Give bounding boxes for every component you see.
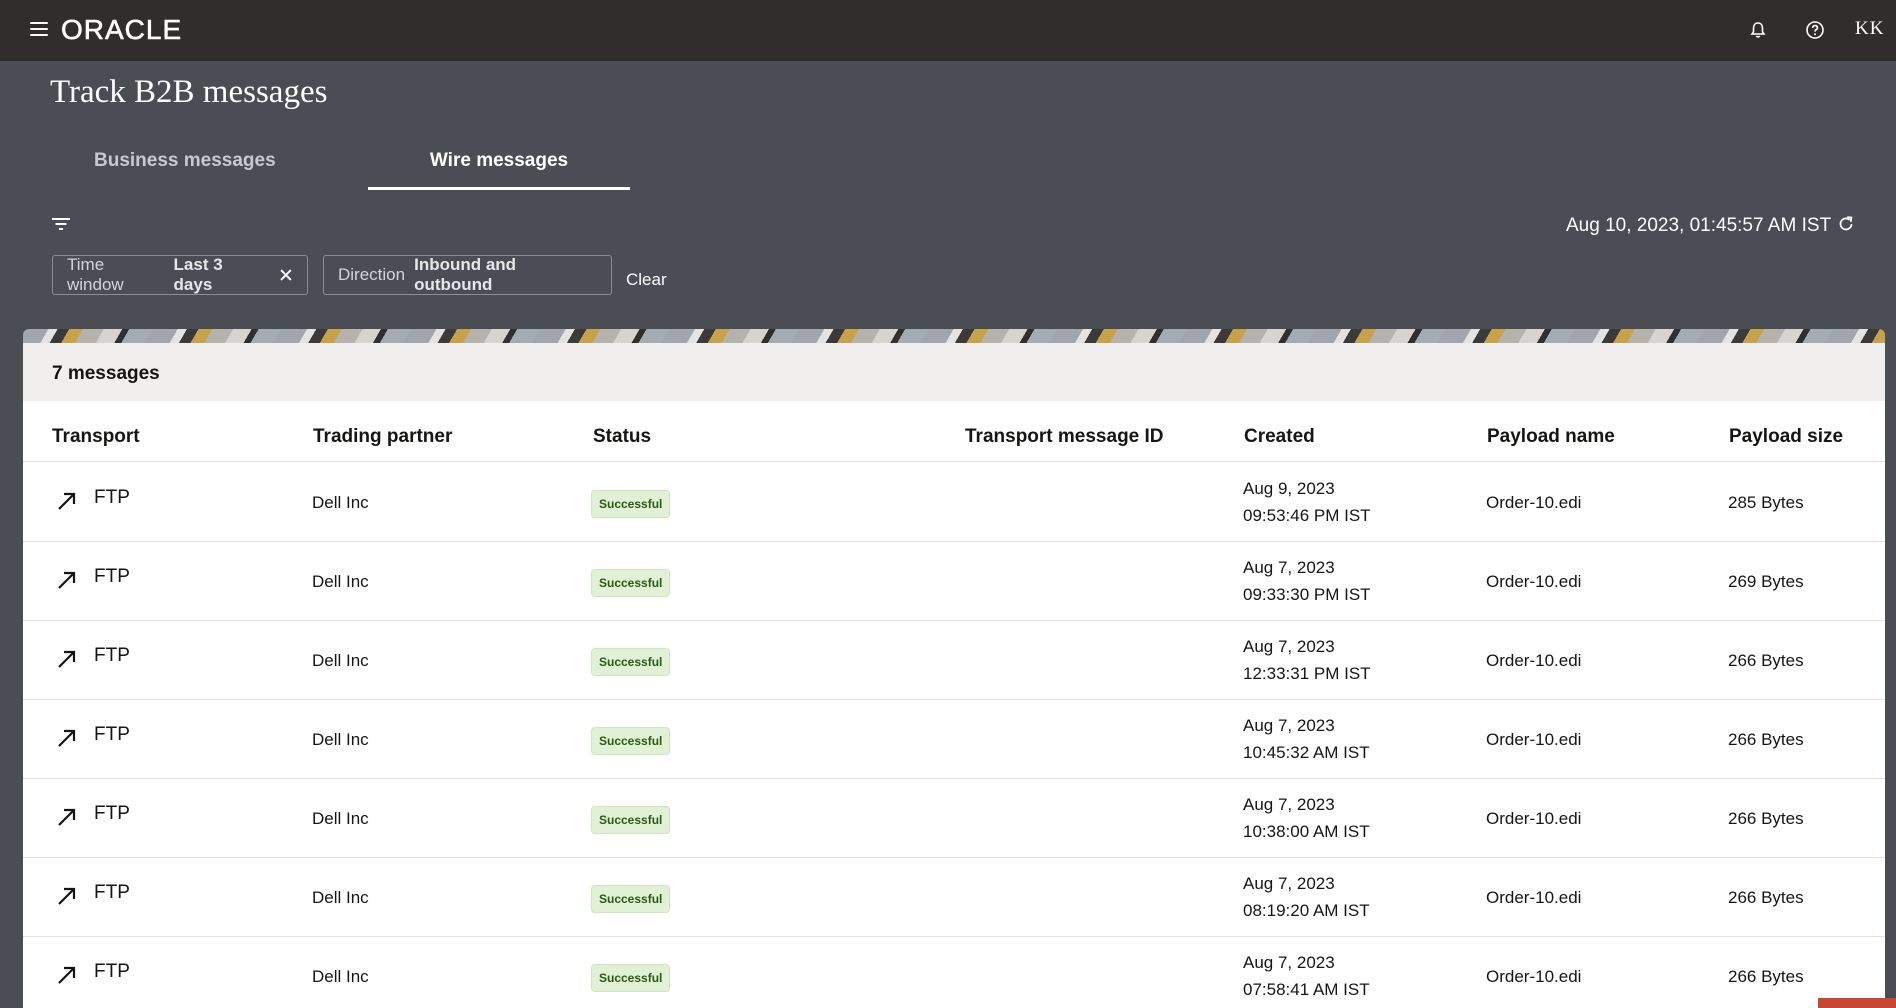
trading-partner-cell: Dell Inc	[312, 967, 369, 986]
status-badge: Successful	[591, 490, 671, 518]
trading-partner-cell: Dell Inc	[312, 651, 369, 670]
table-row[interactable]: FTP Dell Inc Successful Aug 7, 2023 10:45:32…	[23, 700, 1885, 779]
table-header: Transport Trading partner Status Transpo…	[23, 406, 1885, 462]
payload-name-cell: Order-10.edi	[1486, 493, 1582, 512]
clear-filters-link[interactable]: Clear	[626, 270, 667, 290]
created-date-cell: Aug 7, 2023	[1243, 637, 1335, 656]
decorative-banner	[23, 329, 1885, 343]
tab-wire-messages[interactable]: Wire messages	[368, 150, 630, 172]
payload-name-cell: Order-10.edi	[1486, 730, 1582, 749]
table-row[interactable]: FTP Dell Inc Successful Aug 7, 2023 10:38:00…	[23, 779, 1885, 858]
payload-size-cell: 266 Bytes	[1728, 809, 1804, 828]
column-header-trading-partner[interactable]: Trading partner	[313, 426, 452, 448]
trading-partner-cell: Dell Inc	[312, 493, 369, 512]
tab-business-messages[interactable]: Business messages	[94, 150, 276, 172]
created-time-cell: 10:38:00 AM IST	[1243, 822, 1370, 841]
created-date-cell: Aug 7, 2023	[1243, 558, 1335, 577]
feedback-tab[interactable]	[1818, 998, 1896, 1008]
created-date-cell: Aug 7, 2023	[1243, 795, 1335, 814]
filter-icon[interactable]	[51, 215, 71, 233]
last-refreshed-timestamp: Aug 10, 2023, 01:45:57 AM IST	[1566, 215, 1832, 236]
status-badge: Successful	[591, 569, 671, 597]
trading-partner-cell: Dell Inc	[312, 572, 369, 591]
hamburger-icon[interactable]	[30, 22, 48, 38]
transport-cell[interactable]: FTP	[94, 487, 130, 509]
payload-size-cell: 269 Bytes	[1728, 572, 1804, 591]
chip-value: Last 3 days	[173, 255, 223, 294]
created-time-cell: 07:58:41 AM IST	[1243, 980, 1370, 999]
payload-name-cell: Order-10.edi	[1486, 651, 1582, 670]
arrow-up-right-icon	[58, 492, 76, 510]
arrow-up-right-icon	[58, 650, 76, 668]
payload-name-cell: Order-10.edi	[1486, 809, 1582, 828]
payload-size-cell: 266 Bytes	[1728, 888, 1804, 907]
arrow-up-right-icon	[58, 887, 76, 905]
top-bar: ORACLE KK	[0, 0, 1896, 61]
page-title: Track B2B messages	[50, 74, 328, 110]
status-badge: Successful	[591, 885, 671, 913]
transport-cell[interactable]: FTP	[94, 882, 130, 904]
refresh-icon[interactable]	[1836, 214, 1856, 234]
arrow-up-right-icon	[58, 966, 76, 984]
transport-cell[interactable]: FTP	[94, 645, 130, 667]
filter-chip-direction[interactable]: Direction Inbound and outbound	[323, 255, 612, 295]
created-date-cell: Aug 9, 2023	[1243, 479, 1335, 498]
payload-size-cell: 266 Bytes	[1728, 651, 1804, 670]
table-row[interactable]: FTP Dell Inc Successful Aug 7, 2023 12:33:31…	[23, 621, 1885, 700]
created-time-cell: 09:53:46 PM IST	[1243, 506, 1371, 525]
payload-size-cell: 266 Bytes	[1728, 730, 1804, 749]
transport-cell[interactable]: FTP	[94, 566, 130, 588]
column-header-status[interactable]: Status	[593, 426, 651, 448]
arrow-up-right-icon	[58, 729, 76, 747]
chip-key: Direction	[338, 265, 406, 284]
status-badge: Successful	[591, 806, 671, 834]
arrow-up-right-icon	[58, 808, 76, 826]
status-badge: Successful	[591, 648, 671, 676]
table-row[interactable]: FTP Dell Inc Successful Aug 9, 2023 09:53:46…	[23, 463, 1885, 542]
transport-cell[interactable]: FTP	[94, 724, 130, 746]
transport-cell[interactable]: FTP	[94, 803, 130, 825]
created-date-cell: Aug 7, 2023	[1243, 953, 1335, 972]
payload-name-cell: Order-10.edi	[1486, 888, 1582, 907]
status-badge: Successful	[591, 727, 671, 755]
table-row[interactable]: FTP Dell Inc Successful Aug 7, 2023 08:19:20…	[23, 858, 1885, 937]
column-header-payload-size[interactable]: Payload size	[1729, 426, 1843, 448]
user-avatar[interactable]: KK	[1855, 18, 1884, 40]
created-time-cell: 10:45:32 AM IST	[1243, 743, 1370, 762]
column-header-payload-name[interactable]: Payload name	[1487, 426, 1615, 448]
status-badge: Successful	[591, 964, 671, 992]
table-row[interactable]: FTP Dell Inc Successful Aug 7, 2023 09:33:30…	[23, 542, 1885, 621]
bell-icon[interactable]	[1746, 18, 1770, 42]
chip-key: Time window	[67, 255, 124, 294]
results-count: 7 messages	[52, 363, 160, 384]
created-time-cell: 12:33:31 PM IST	[1243, 664, 1371, 683]
results-panel: 7 messages Transport Trading partner Sta…	[23, 343, 1885, 1008]
chip-value: Inbound and outbound	[414, 255, 517, 294]
oracle-logo[interactable]: ORACLE	[61, 14, 182, 46]
active-tab-indicator	[368, 187, 630, 190]
trading-partner-cell: Dell Inc	[312, 809, 369, 828]
transport-cell[interactable]: FTP	[94, 961, 130, 983]
payload-size-cell: 285 Bytes	[1728, 493, 1804, 512]
column-header-transport[interactable]: Transport	[52, 426, 140, 448]
help-icon[interactable]	[1803, 18, 1827, 42]
column-header-created[interactable]: Created	[1244, 426, 1315, 448]
created-time-cell: 08:19:20 AM IST	[1243, 901, 1370, 920]
filter-chip-time-window[interactable]: Time window Last 3 days	[52, 255, 308, 295]
payload-size-cell: 266 Bytes	[1728, 967, 1804, 986]
close-icon[interactable]	[279, 268, 293, 282]
payload-name-cell: Order-10.edi	[1486, 572, 1582, 591]
column-header-transport-message-id[interactable]: Transport message ID	[965, 426, 1164, 448]
trading-partner-cell: Dell Inc	[312, 888, 369, 907]
payload-name-cell: Order-10.edi	[1486, 967, 1582, 986]
arrow-up-right-icon	[58, 571, 76, 589]
created-date-cell: Aug 7, 2023	[1243, 874, 1335, 893]
table-row[interactable]: FTP Dell Inc Successful Aug 7, 2023 07:58:41…	[23, 937, 1885, 1008]
created-time-cell: 09:33:30 PM IST	[1243, 585, 1371, 604]
created-date-cell: Aug 7, 2023	[1243, 716, 1335, 735]
results-count-bar: 7 messages	[23, 343, 1885, 401]
trading-partner-cell: Dell Inc	[312, 730, 369, 749]
